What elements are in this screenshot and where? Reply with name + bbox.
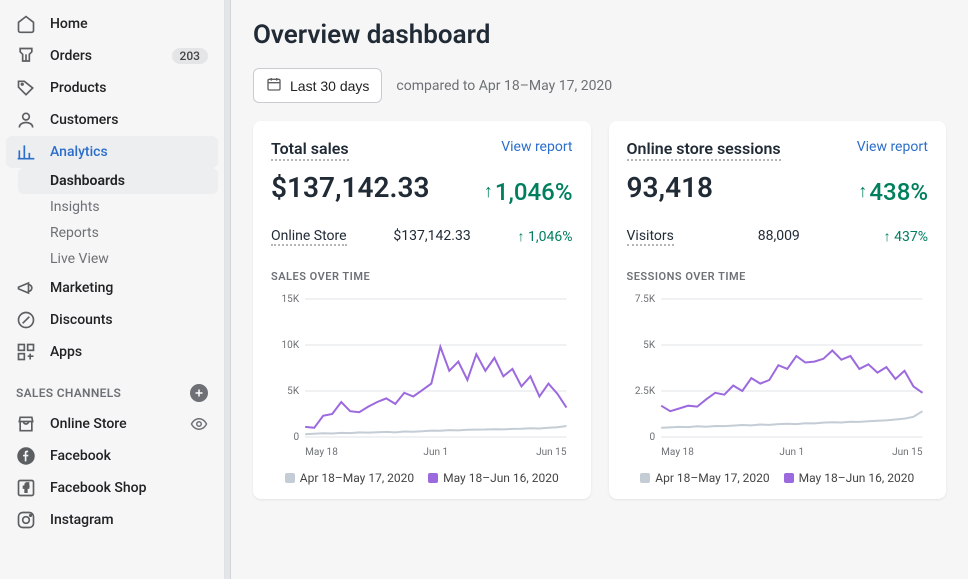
chart-legend: Apr 18–May 17, 2020 May 18–Jun 16, 2020 xyxy=(627,471,929,485)
apps-icon xyxy=(16,342,36,362)
toolbar: Last 30 days compared to Apr 18–May 17, … xyxy=(253,68,946,103)
eye-icon[interactable] xyxy=(190,415,208,433)
date-range-button[interactable]: Last 30 days xyxy=(253,68,382,103)
subrow-label: Online Store xyxy=(271,228,347,246)
card-total-sales: Total sales View report $137,142.33 ↑1,0… xyxy=(253,121,591,499)
tag-icon xyxy=(16,78,36,98)
svg-text:0: 0 xyxy=(649,432,655,443)
legend-prev: Apr 18–May 17, 2020 xyxy=(285,471,414,485)
orders-badge: 203 xyxy=(172,48,208,64)
legend-cur: May 18–Jun 16, 2020 xyxy=(784,471,915,485)
channel-instagram[interactable]: Instagram xyxy=(6,504,218,536)
chart-title: SESSIONS OVER TIME xyxy=(627,270,929,283)
store-icon xyxy=(16,414,36,434)
channel-online-store[interactable]: Online Store xyxy=(6,408,218,440)
nav-label: Discounts xyxy=(50,312,208,328)
nav-label: Online Store xyxy=(50,416,176,432)
page-title: Overview dashboard xyxy=(253,20,946,50)
total-sales-change: ↑1,046% xyxy=(484,178,573,206)
svg-text:7.5K: 7.5K xyxy=(634,294,655,305)
home-icon xyxy=(16,14,36,34)
nav-label: Apps xyxy=(50,344,208,360)
svg-text:Jun 15: Jun 15 xyxy=(892,447,923,458)
card-title: Online store sessions xyxy=(627,139,781,161)
subrow-label: Visitors xyxy=(627,228,674,246)
nav-orders[interactable]: Orders 203 xyxy=(6,40,218,72)
arrow-up-icon: ↑ xyxy=(858,181,867,202)
sales-channels-header: SALES CHANNELS xyxy=(6,368,218,408)
channel-facebook-shop[interactable]: Facebook Shop xyxy=(6,472,218,504)
discount-icon xyxy=(16,310,36,330)
chart-legend: Apr 18–May 17, 2020 May 18–Jun 16, 2020 xyxy=(271,471,573,485)
legend-cur: May 18–Jun 16, 2020 xyxy=(428,471,559,485)
svg-text:10K: 10K xyxy=(282,340,300,351)
nav-customers[interactable]: Customers xyxy=(6,104,218,136)
cards-row: Total sales View report $137,142.33 ↑1,0… xyxy=(253,121,946,499)
sidebar: Home Orders 203 Products Customers Analy… xyxy=(0,0,225,579)
svg-text:Jun 15: Jun 15 xyxy=(536,447,567,458)
add-channel-button[interactable] xyxy=(190,384,208,402)
orders-icon xyxy=(16,46,36,66)
nav-label: Customers xyxy=(50,112,208,128)
svg-text:Jun 1: Jun 1 xyxy=(779,447,804,458)
nav-label: Instagram xyxy=(50,512,208,528)
subrow-value: $137,142.33 xyxy=(393,228,470,246)
subrow-change: ↑ 1,046% xyxy=(518,228,573,246)
legend-prev: Apr 18–May 17, 2020 xyxy=(640,471,769,485)
nav-products[interactable]: Products xyxy=(6,72,218,104)
svg-text:May 18: May 18 xyxy=(661,447,694,458)
main-content: Overview dashboard Last 30 days compared… xyxy=(231,0,968,579)
subrow-value: 88,009 xyxy=(758,228,800,246)
facebook-shop-icon xyxy=(16,478,36,498)
nav-home[interactable]: Home xyxy=(6,8,218,40)
nav-label: Home xyxy=(50,16,208,32)
svg-text:5K: 5K xyxy=(643,340,656,351)
nav-label: Products xyxy=(50,80,208,96)
sales-chart: 0 5K 10K 15K May 18 Jun 1 Jun 15 xyxy=(271,291,573,461)
sessions-change: ↑438% xyxy=(858,178,928,206)
svg-text:15K: 15K xyxy=(282,294,300,305)
nav-label: Marketing xyxy=(50,280,208,296)
svg-text:Jun 1: Jun 1 xyxy=(423,447,448,458)
subnav-insights[interactable]: Insights xyxy=(18,194,218,220)
megaphone-icon xyxy=(16,278,36,298)
nav-discounts[interactable]: Discounts xyxy=(6,304,218,336)
nav-label: Analytics xyxy=(50,144,208,160)
view-report-link[interactable]: View report xyxy=(857,139,928,155)
nav-marketing[interactable]: Marketing xyxy=(6,272,218,304)
svg-text:2.5K: 2.5K xyxy=(634,386,655,397)
nav-analytics[interactable]: Analytics xyxy=(6,136,218,168)
nav-label: Orders xyxy=(50,48,158,64)
section-title: SALES CHANNELS xyxy=(16,386,121,400)
sessions-chart: 0 2.5K 5K 7.5K May 18 Jun 1 Jun 15 xyxy=(627,291,929,461)
chart-title: SALES OVER TIME xyxy=(271,270,573,283)
svg-text:May 18: May 18 xyxy=(305,447,338,458)
compare-text: compared to Apr 18–May 17, 2020 xyxy=(396,78,612,94)
svg-text:5K: 5K xyxy=(287,386,300,397)
nav-apps[interactable]: Apps xyxy=(6,336,218,368)
subrow-change: ↑ 437% xyxy=(884,228,928,246)
subnav-reports[interactable]: Reports xyxy=(18,220,218,246)
instagram-icon xyxy=(16,510,36,530)
arrow-up-icon: ↑ xyxy=(484,181,493,202)
analytics-subnav: Dashboards Insights Reports Live View xyxy=(18,168,218,272)
card-sessions: Online store sessions View report 93,418… xyxy=(609,121,947,499)
calendar-icon xyxy=(266,76,282,95)
date-range-label: Last 30 days xyxy=(290,78,369,94)
nav-label: Facebook xyxy=(50,448,208,464)
total-sales-value: $137,142.33 xyxy=(271,171,430,204)
analytics-icon xyxy=(16,142,36,162)
sessions-value: 93,418 xyxy=(627,171,714,204)
subnav-live-view[interactable]: Live View xyxy=(18,246,218,272)
nav-label: Facebook Shop xyxy=(50,480,208,496)
user-icon xyxy=(16,110,36,130)
channel-facebook[interactable]: Facebook xyxy=(6,440,218,472)
facebook-icon xyxy=(16,446,36,466)
subnav-dashboards[interactable]: Dashboards xyxy=(18,168,218,194)
svg-text:0: 0 xyxy=(293,432,299,443)
view-report-link[interactable]: View report xyxy=(501,139,572,155)
card-title: Total sales xyxy=(271,139,349,161)
